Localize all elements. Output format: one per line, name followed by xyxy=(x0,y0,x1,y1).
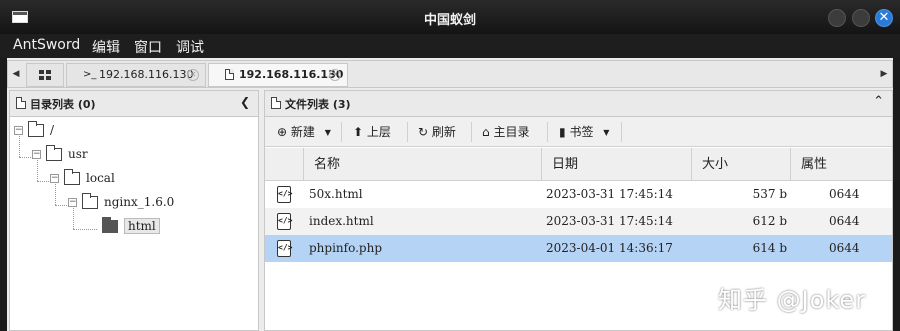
chevron-down-icon: ▼ xyxy=(324,127,331,137)
collapse-toggle-icon[interactable]: − xyxy=(14,126,23,135)
file-name: index.html xyxy=(309,214,374,228)
tree-label: usr xyxy=(68,147,88,161)
file-panel-header: 文件列表 (3) ⌃ xyxy=(265,91,892,117)
tree-label-selected: html xyxy=(124,218,160,234)
folder-open-icon xyxy=(102,217,118,233)
file-attr: 0644 xyxy=(829,241,860,255)
home-button[interactable]: ⌂ 主目录 xyxy=(482,123,529,141)
file-date: 2023-03-31 17:45:14 xyxy=(546,187,673,201)
new-label: 新建 xyxy=(290,125,315,139)
file-size: 612 b xyxy=(752,214,787,228)
file-attr: 0644 xyxy=(829,214,860,228)
new-button[interactable]: ⊕ 新建 ▼ xyxy=(277,123,331,141)
plus-circle-icon: ⊕ xyxy=(277,125,288,139)
collapse-toggle-icon[interactable]: − xyxy=(68,198,77,207)
file-toolbar: ⊕ 新建 ▼ ⬆ 上层 ↻ 刷新 ⌂ 主目录 ▮ 书签 ▼ xyxy=(265,117,892,147)
tab-file-manager-label: 192.168.116.130 xyxy=(239,68,344,81)
file-size: 614 b xyxy=(752,241,787,255)
column-name[interactable]: 名称 xyxy=(303,148,541,181)
up-label: 上层 xyxy=(366,125,391,139)
collapse-toggle-icon[interactable]: − xyxy=(32,150,41,159)
tab-close-icon[interactable]: ✕ xyxy=(329,69,341,81)
menu-edit[interactable]: 编辑 xyxy=(92,37,120,57)
tab-scroll-right-icon[interactable]: ▶ xyxy=(877,61,891,87)
refresh-button[interactable]: ↻ 刷新 xyxy=(418,123,456,141)
code-file-icon: </> xyxy=(277,186,292,203)
collapse-toggle-icon[interactable]: − xyxy=(50,174,59,183)
column-attr[interactable]: 属性 xyxy=(790,148,892,181)
table-row[interactable]: </> 50x.html 2023-03-31 17:45:14 537 b 0… xyxy=(265,181,892,208)
bookmark-label: 书签 xyxy=(569,125,594,139)
directory-panel-title: 目录列表 (0) xyxy=(30,98,96,111)
file-date: 2023-03-31 17:45:14 xyxy=(546,214,673,228)
home-label: 主目录 xyxy=(493,125,530,139)
collapse-left-icon[interactable]: ❮ xyxy=(240,95,250,109)
bookmark-button[interactable]: ▮ 书签 ▼ xyxy=(559,123,609,141)
arrow-up-icon: ⬆ xyxy=(353,125,364,139)
directory-panel-header: 目录列表 (0) ❮ xyxy=(10,91,258,117)
menu-antsword[interactable]: AntSword xyxy=(13,37,80,53)
title-bar: 中国蚁剑 ✕ xyxy=(0,0,900,34)
bookmark-icon: ▮ xyxy=(559,125,566,139)
chevron-down-icon: ▼ xyxy=(603,127,610,137)
folder-icon xyxy=(46,145,62,161)
file-name: 50x.html xyxy=(309,187,363,201)
refresh-icon: ↻ xyxy=(418,125,429,139)
tab-home[interactable] xyxy=(26,63,64,87)
page-icon xyxy=(16,97,26,109)
maximize-button[interactable] xyxy=(852,9,870,27)
file-attr: 0644 xyxy=(829,187,860,201)
file-date: 2023-04-01 14:36:17 xyxy=(546,241,673,255)
collapse-up-icon[interactable]: ⌃ xyxy=(873,94,884,109)
folder-icon xyxy=(64,169,80,185)
table-row-selected[interactable]: </> phpinfo.php 2023-04-01 14:36:17 614 … xyxy=(265,235,892,262)
tree-label: local xyxy=(86,171,115,185)
folder-icon xyxy=(28,121,44,137)
tab-close-icon[interactable]: ✕ xyxy=(187,69,199,81)
tab-bar: ◀ >_ 192.168.116.130 ✕ 192.168.116.130 ✕… xyxy=(7,60,893,88)
minimize-button[interactable] xyxy=(828,9,846,27)
refresh-label: 刷新 xyxy=(431,125,456,139)
tree-label: nginx_1.6.0 xyxy=(104,195,175,209)
terminal-icon: >_ xyxy=(83,69,97,80)
menu-window[interactable]: 窗口 xyxy=(134,37,162,57)
tab-file-manager[interactable]: 192.168.116.130 ✕ xyxy=(208,63,348,87)
file-table-header: 名称 日期 大小 属性 xyxy=(265,148,892,181)
tab-scroll-left-icon[interactable]: ◀ xyxy=(9,61,23,87)
window-title: 中国蚁剑 xyxy=(423,13,476,28)
folder-icon xyxy=(82,193,98,209)
column-size[interactable]: 大小 xyxy=(691,148,790,181)
column-date[interactable]: 日期 xyxy=(541,148,691,181)
menu-bar: AntSword 编辑 窗口 调试 xyxy=(0,34,900,58)
watermark: 知乎 @Joker xyxy=(718,286,867,314)
menu-debug[interactable]: 调试 xyxy=(176,37,204,57)
code-file-icon: </> xyxy=(277,213,292,230)
up-button[interactable]: ⬆ 上层 xyxy=(353,123,391,141)
tab-terminal-label: 192.168.116.130 xyxy=(99,68,194,81)
tree-label: / xyxy=(50,123,55,137)
code-file-icon: </> xyxy=(277,240,292,257)
grid-icon xyxy=(39,70,51,80)
tab-terminal[interactable]: >_ 192.168.116.130 ✕ xyxy=(66,63,206,87)
directory-panel: 目录列表 (0) ❮ − / − usr − local − nginx_1.6… xyxy=(9,90,259,331)
page-icon xyxy=(225,69,234,80)
home-icon: ⌂ xyxy=(482,125,490,139)
table-row[interactable]: </> index.html 2023-03-31 17:45:14 612 b… xyxy=(265,208,892,235)
close-button[interactable]: ✕ xyxy=(875,9,893,27)
file-size: 537 b xyxy=(752,187,787,201)
page-icon xyxy=(271,97,281,109)
file-name: phpinfo.php xyxy=(309,241,383,255)
file-panel-title: 文件列表 (3) xyxy=(285,98,351,111)
